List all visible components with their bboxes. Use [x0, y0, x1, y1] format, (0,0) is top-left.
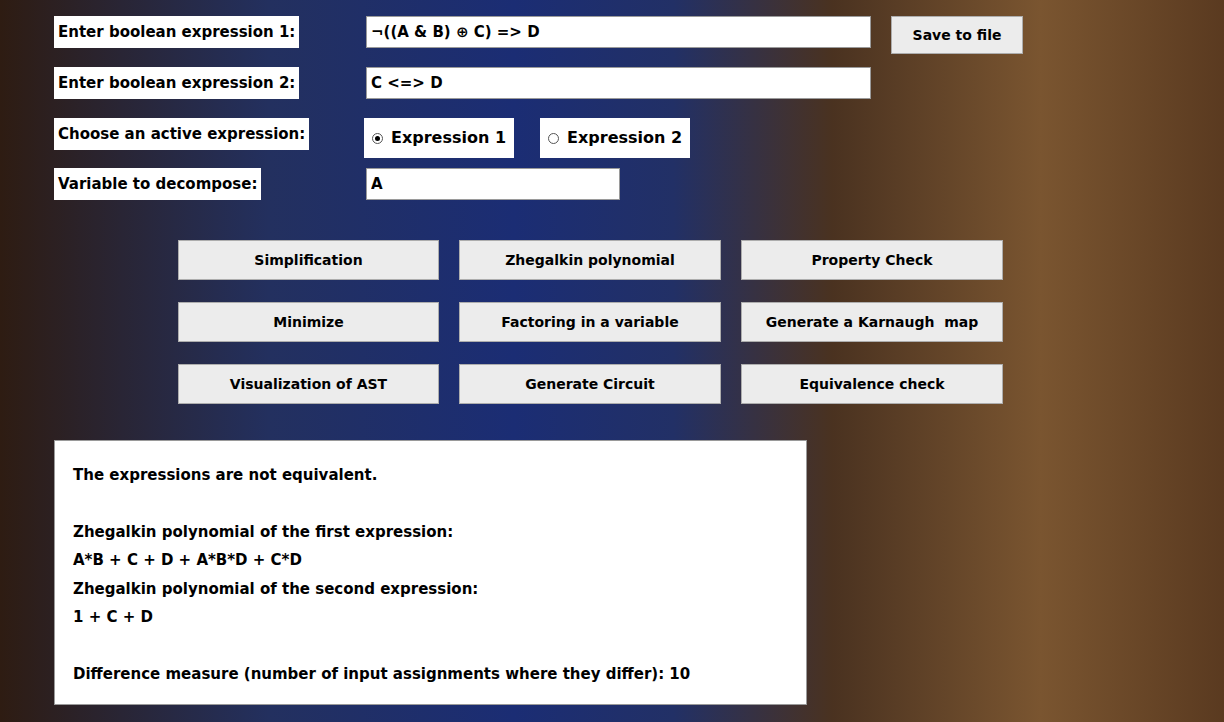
save-button[interactable]: Save to file — [891, 16, 1023, 54]
action-button[interactable]: Generate a Karnaugh map — [741, 302, 1003, 342]
action-button[interactable]: Generate Circuit — [459, 364, 721, 404]
output-line: Difference measure (number of input assi… — [73, 660, 798, 689]
radio-option[interactable]: Expression 1 — [364, 118, 514, 158]
field-label: Enter boolean expression 2: — [54, 67, 299, 99]
expression-row: Enter boolean expression 1: Save to file — [54, 16, 1224, 54]
action-button[interactable]: Equivalence check — [741, 364, 1003, 404]
radio-dot-icon — [375, 136, 380, 141]
output-line: The expressions are not equivalent. — [73, 461, 798, 490]
action-button[interactable]: Visualization of AST — [178, 364, 439, 404]
radio-icon[interactable] — [548, 133, 559, 144]
output-line: Zhegalkin polynomial of the second expre… — [73, 575, 798, 604]
text-input[interactable] — [366, 168, 620, 200]
text-input[interactable] — [366, 16, 871, 48]
radio-option[interactable]: Expression 2 — [540, 118, 690, 158]
output-line: Zhegalkin polynomial of the first expres… — [73, 518, 798, 547]
action-button[interactable]: Minimize — [178, 302, 439, 342]
action-button[interactable]: Factoring in a variable — [459, 302, 721, 342]
field-label: Enter boolean expression 1: — [54, 16, 299, 48]
radio-label: Expression 2 — [567, 126, 682, 150]
active-row: Choose an active expression: Expression 1… — [54, 118, 1224, 158]
output-line: A*B + C + D + A*B*D + C*D — [73, 546, 798, 575]
field-label: Choose an active expression: — [54, 118, 309, 150]
action-button[interactable]: Zhegalkin polynomial — [459, 240, 721, 280]
text-input[interactable] — [366, 67, 871, 99]
expression-row: Enter boolean expression 2: — [54, 67, 1224, 99]
output-box: The expressions are not equivalent. Zhega… — [54, 440, 807, 705]
action-button[interactable]: Simplification — [178, 240, 439, 280]
radio-icon[interactable] — [372, 133, 383, 144]
variable-row: Variable to decompose: — [54, 168, 1224, 200]
output-line: 1 + C + D — [73, 603, 798, 632]
action-grid: Simplification Zhegalkin polynomial Proper… — [178, 240, 1003, 404]
radio-label: Expression 1 — [391, 126, 506, 150]
action-button[interactable]: Property Check — [741, 240, 1003, 280]
field-label: Variable to decompose: — [54, 168, 261, 200]
